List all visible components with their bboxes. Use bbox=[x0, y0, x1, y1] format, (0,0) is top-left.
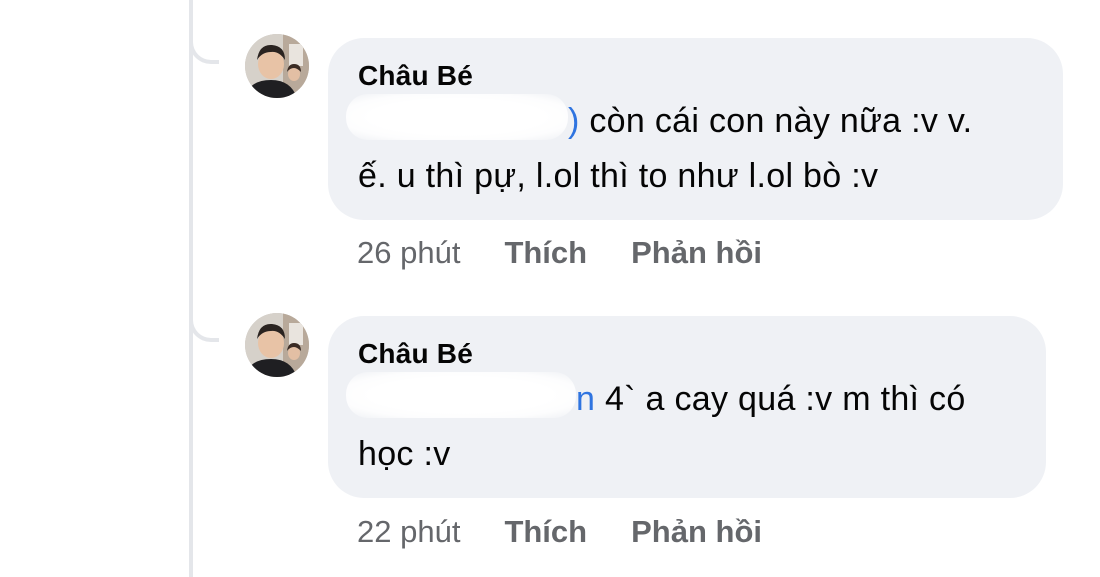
thread-branch bbox=[189, 24, 219, 64]
mention-link[interactable]: n bbox=[576, 380, 595, 418]
comment-thread: Châu Bé ) còn cái con này nữa :v v. ế. u… bbox=[0, 0, 1100, 577]
avatar[interactable] bbox=[245, 313, 309, 377]
reply-button[interactable]: Phản hồi bbox=[631, 233, 762, 273]
comment-timestamp[interactable]: 26 phút bbox=[357, 233, 460, 273]
comment-text-line: 4` a cay quá :v m thì có bbox=[604, 380, 966, 418]
mention-redacted bbox=[346, 372, 576, 418]
comment-bubble: Châu Bé n 4` a cay quá :v m thì có học :… bbox=[328, 316, 1046, 498]
comment-author[interactable]: Châu Bé bbox=[358, 58, 1033, 94]
comment-text-line: còn cái con này nữa :v v. bbox=[589, 102, 973, 140]
comment-author[interactable]: Châu Bé bbox=[358, 336, 1016, 372]
like-button[interactable]: Thích bbox=[504, 233, 587, 273]
like-button[interactable]: Thích bbox=[504, 512, 587, 552]
reply-button[interactable]: Phản hồi bbox=[631, 512, 762, 552]
comment-timestamp[interactable]: 22 phút bbox=[357, 512, 460, 552]
mention-link[interactable]: ) bbox=[568, 102, 580, 140]
comment-text: ) còn cái con này nữa :v v. ế. u thì pự,… bbox=[346, 94, 1033, 204]
thread-line bbox=[189, 0, 193, 577]
comment-text-line: học :v bbox=[358, 435, 451, 473]
thread-branch bbox=[189, 302, 219, 342]
comment-meta: 22 phút Thích Phản hồi bbox=[357, 512, 762, 552]
comment-bubble: Châu Bé ) còn cái con này nữa :v v. ế. u… bbox=[328, 38, 1063, 220]
mention-redacted bbox=[346, 94, 568, 140]
comment-meta: 26 phút Thích Phản hồi bbox=[357, 233, 762, 273]
comment-text-line: ế. u thì pự, l.ol thì to như l.ol bò :v bbox=[358, 157, 879, 195]
comment-text: n 4` a cay quá :v m thì có học :v bbox=[346, 372, 1016, 482]
avatar[interactable] bbox=[245, 34, 309, 98]
